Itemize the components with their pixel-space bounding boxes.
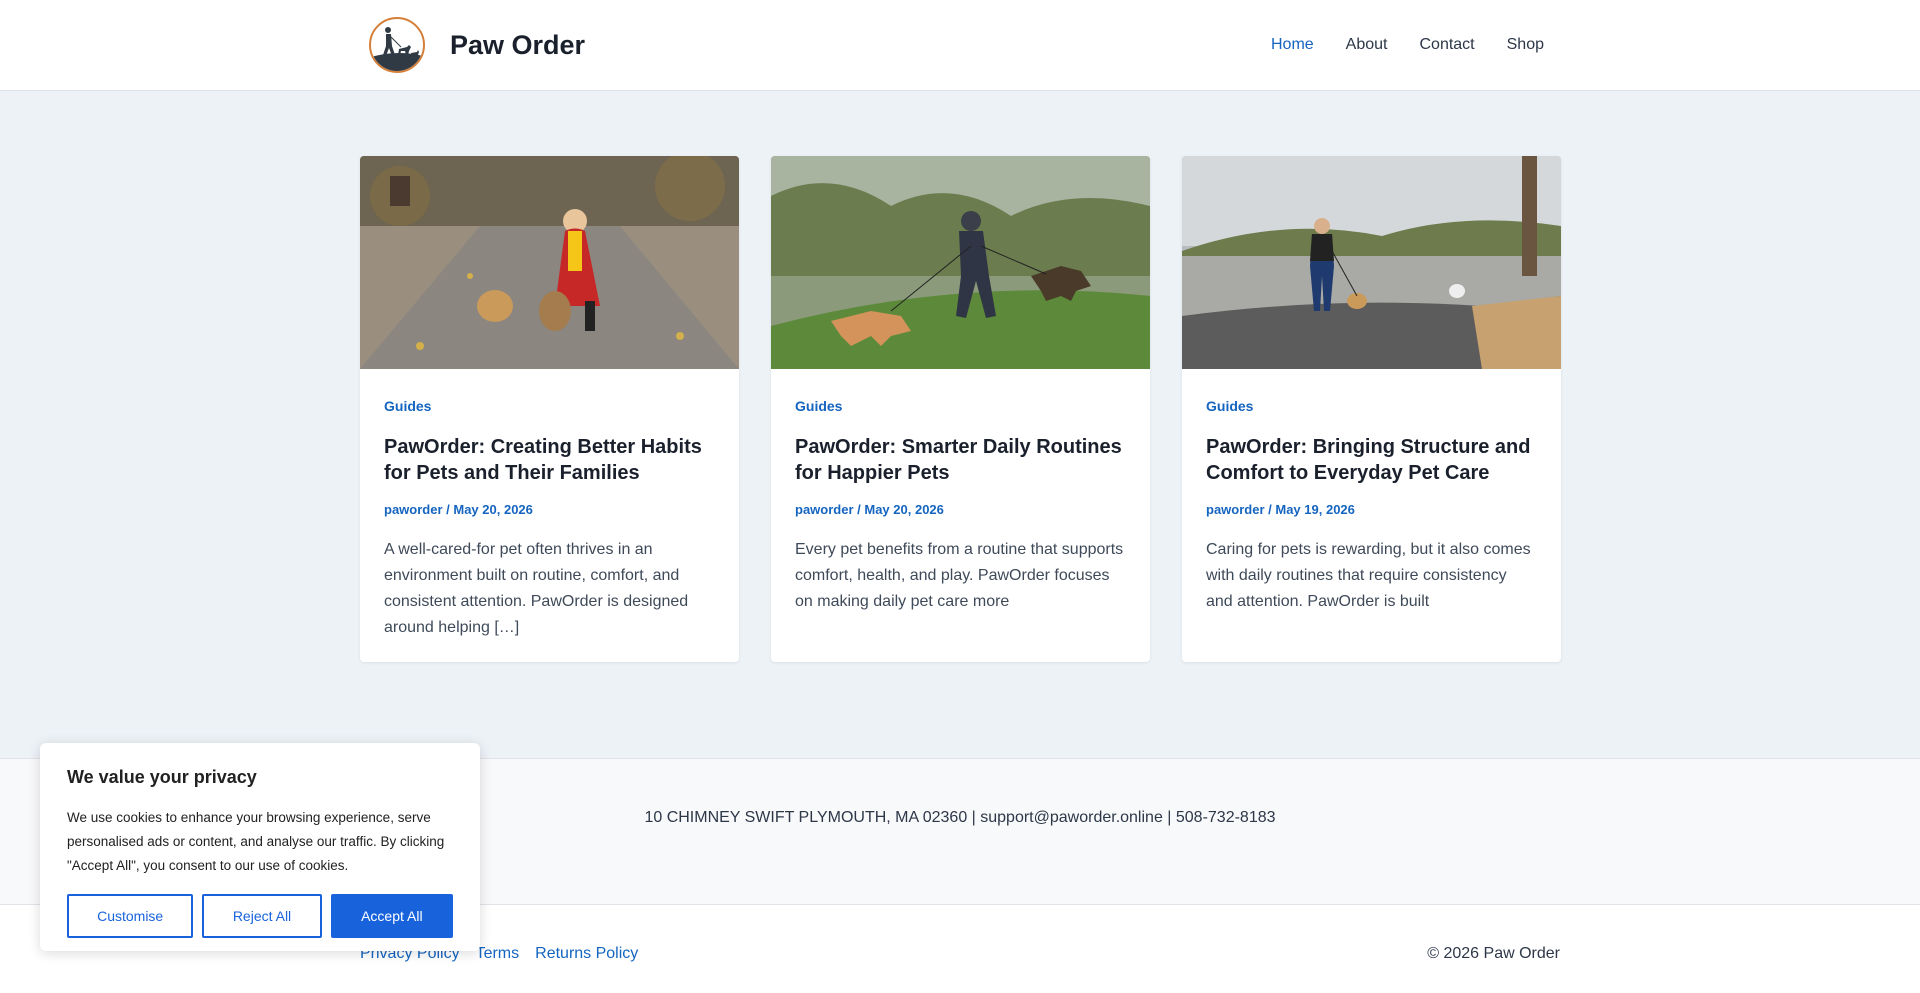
copyright: © 2026 Paw Order [1427, 945, 1560, 962]
main-nav: Home About Contact Shop [1271, 36, 1544, 54]
post-card: Guides PawOrder: Bringing Structure and … [1182, 156, 1561, 662]
post-meta: paworder / May 20, 2026 [384, 502, 715, 517]
cookie-consent-banner: We value your privacy We use cookies to … [40, 743, 480, 951]
post-meta: paworder / May 20, 2026 [795, 502, 1126, 517]
brand[interactable]: Paw Order [369, 17, 585, 73]
post-date[interactable]: May 19, 2026 [1275, 502, 1355, 517]
post-category[interactable]: Guides [1206, 398, 1537, 414]
cookie-text: We use cookies to enhance your browsing … [67, 810, 445, 873]
post-date[interactable]: May 20, 2026 [864, 502, 944, 517]
post-author[interactable]: paworder [795, 502, 854, 517]
post-author[interactable]: paworder [384, 502, 443, 517]
cookie-title: We value your privacy [67, 767, 257, 787]
post-title[interactable]: PawOrder: Smarter Daily Routines for Hap… [795, 434, 1126, 486]
site-title[interactable]: Paw Order [450, 30, 585, 61]
post-excerpt: Every pet benefits from a routine that s… [795, 541, 1124, 610]
returns-policy-link[interactable]: Returns Policy [535, 945, 638, 963]
post-image-man-walking-dogs[interactable] [771, 156, 1150, 369]
customise-button[interactable]: Customise [67, 894, 194, 938]
site-header: Paw Order Home About Contact Shop [0, 0, 1920, 91]
nav-home[interactable]: Home [1271, 36, 1314, 54]
post-date[interactable]: May 20, 2026 [453, 502, 533, 517]
reject-all-button[interactable]: Reject All [202, 894, 322, 938]
post-title[interactable]: PawOrder: Bringing Structure and Comfort… [1206, 434, 1537, 486]
post-card: Guides PawOrder: Smarter Daily Routines … [771, 156, 1150, 662]
post-excerpt: Caring for pets is rewarding, but it als… [1206, 541, 1531, 610]
post-image-woman-with-dogs[interactable] [360, 156, 739, 369]
cookie-buttons: Customise Reject All Accept All [67, 894, 453, 938]
nav-contact[interactable]: Contact [1419, 36, 1474, 54]
post-author[interactable]: paworder [1206, 502, 1265, 517]
post-title[interactable]: PawOrder: Creating Better Habits for Pet… [384, 434, 715, 486]
post-image-man-by-lake-with-dogs[interactable] [1182, 156, 1561, 369]
dog-walker-logo-icon[interactable] [369, 17, 425, 73]
post-card: Guides PawOrder: Creating Better Habits … [360, 156, 739, 662]
nav-shop[interactable]: Shop [1507, 36, 1544, 54]
post-grid: Guides PawOrder: Creating Better Habits … [360, 156, 1561, 662]
nav-about[interactable]: About [1346, 36, 1388, 54]
post-excerpt: A well-cared-for pet often thrives in an… [384, 541, 689, 636]
post-category[interactable]: Guides [384, 398, 715, 414]
accept-all-button[interactable]: Accept All [330, 894, 453, 938]
post-category[interactable]: Guides [795, 398, 1126, 414]
terms-link[interactable]: Terms [476, 945, 520, 963]
post-meta: paworder / May 19, 2026 [1206, 502, 1537, 517]
